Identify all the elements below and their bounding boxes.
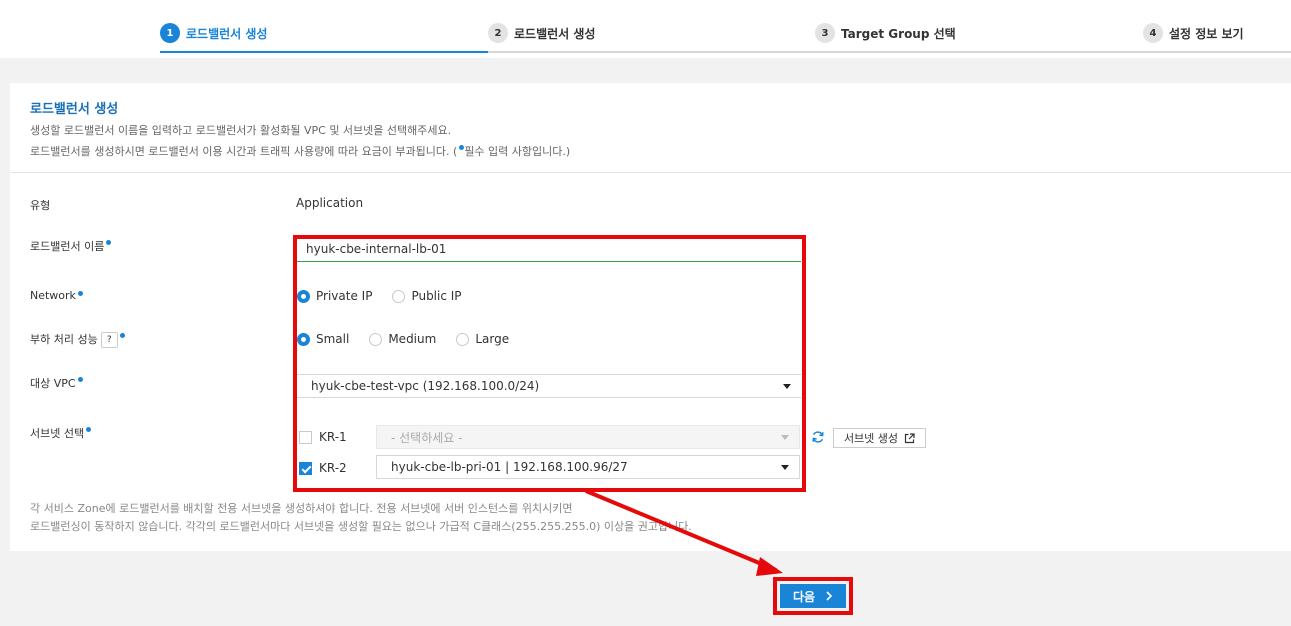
note-line-2: 로드밸런싱이 동작하지 않습니다. 각각의 로드밸런서마다 서브넷을 생성할 필… (30, 520, 692, 533)
type-value: Application (296, 196, 364, 210)
radio-private-ip[interactable]: Private IP (297, 289, 372, 303)
card-header: 로드밸런서 생성 생성할 로드밸런서 이름을 입력하고 로드밸런서가 활성화될 … (10, 83, 1291, 173)
step-2: 2 로드밸런서 생성 (488, 23, 595, 43)
refresh-icon[interactable] (811, 430, 825, 444)
radio-circle (297, 289, 310, 303)
create-subnet-label: 서브넷 생성 (843, 432, 899, 445)
required-dot-icon (77, 377, 83, 382)
vpc-select[interactable]: hyuk-cbe-test-vpc (192.168.100.0/24) (297, 374, 801, 398)
description-line-1: 생성할 로드밸런서 이름을 입력하고 로드밸런서가 활성화될 VPC 및 서브넷… (30, 124, 452, 137)
perf-label: 부하 처리 성능 (30, 333, 98, 346)
description-text: 로드밸런서를 생성하시면 로드밸런서 이용 시간과 트래픽 사용량에 따라 요금… (30, 145, 458, 158)
caret-down-icon (781, 435, 789, 440)
radio-circle (369, 332, 383, 346)
network-label-row: Network (30, 289, 83, 302)
name-label: 로드밸런서 이름 (30, 240, 105, 253)
help-icon[interactable]: ? (100, 332, 118, 348)
perf-radio-group: Small Medium Large (297, 332, 529, 346)
step-number: 3 (815, 23, 835, 43)
radio-circle (297, 332, 310, 346)
step-label: 로드밸런서 생성 (514, 26, 596, 41)
vpc-label: 대상 VPC (30, 377, 76, 390)
step-number: 1 (160, 23, 180, 43)
required-note: 필수 입력 사항입니다.) (464, 145, 571, 158)
step-label: 로드밸런서 생성 (186, 26, 268, 41)
checkbox-box (299, 461, 312, 475)
required-dot-icon (119, 333, 125, 338)
checkbox-box (299, 430, 312, 444)
radio-small[interactable]: Small (297, 332, 349, 346)
perf-label-row: 부하 처리 성능? (30, 331, 125, 348)
step-number: 4 (1143, 23, 1163, 43)
required-dot-icon (106, 240, 112, 245)
step-number: 2 (488, 23, 508, 43)
radio-label: Private IP (316, 289, 373, 303)
annotation-next-box (773, 577, 853, 615)
vpc-select-value: hyuk-cbe-test-vpc (192.168.100.0/24) (311, 379, 540, 393)
subnet-label: 서브넷 선택 (30, 427, 85, 440)
progress-stepper: 1 로드밸런서 생성 2 로드밸런서 생성 3 Target Group 선택 … (0, 0, 1291, 58)
caret-down-icon (783, 384, 791, 389)
lb-name-input[interactable] (296, 236, 801, 262)
radio-label: Public IP (411, 289, 462, 303)
radio-large[interactable]: Large (456, 332, 509, 346)
stepper-progress (160, 51, 488, 53)
type-label: 유형 (30, 199, 51, 212)
step-4: 4 설정 정보 보기 (1143, 23, 1244, 43)
description-line-2: 로드밸런서를 생성하시면 로드밸런서 이용 시간과 트래픽 사용량에 따라 요금… (30, 143, 570, 159)
radio-medium[interactable]: Medium (369, 332, 436, 346)
checkbox-label: KR-1 (319, 430, 347, 444)
external-link-icon (904, 432, 915, 443)
page-title: 로드밸런서 생성 (30, 102, 119, 117)
subnet-select-value: hyuk-cbe-lb-pri-01 | 192.168.100.96/27 (391, 460, 628, 474)
step-3: 3 Target Group 선택 (815, 23, 956, 43)
network-label: Network (30, 289, 76, 302)
step-label: Target Group 선택 (841, 26, 956, 41)
checkbox-kr-2[interactable]: KR-2 (299, 461, 347, 475)
subnet-label-row: 서브넷 선택 (30, 425, 92, 441)
required-dot-icon (77, 291, 83, 296)
network-radio-group: Private IP Public IP (297, 289, 482, 303)
step-1: 1 로드밸런서 생성 (160, 23, 267, 43)
vpc-label-row: 대상 VPC (30, 375, 83, 391)
name-label-row: 로드밸런서 이름 (30, 238, 112, 254)
create-subnet-button[interactable]: 서브넷 생성 (833, 428, 926, 448)
subnet-select-placeholder: - 선택하세요 - (391, 430, 463, 445)
radio-label: Large (475, 332, 510, 346)
radio-label: Medium (388, 332, 437, 346)
subnet-select-kr-2[interactable]: hyuk-cbe-lb-pri-01 | 192.168.100.96/27 (376, 455, 800, 479)
radio-public-ip[interactable]: Public IP (392, 289, 462, 303)
subnet-select-kr-1[interactable]: - 선택하세요 - (376, 425, 800, 449)
checkbox-label: KR-2 (319, 461, 347, 475)
note-line-1: 각 서비스 Zone에 로드밸런서를 배치할 전용 서브넷을 생성하셔야 합니다… (30, 502, 573, 515)
caret-down-icon (781, 465, 789, 470)
checkbox-kr-1[interactable]: KR-1 (299, 430, 347, 444)
required-dot-icon (86, 427, 92, 432)
radio-circle (392, 289, 406, 303)
radio-circle (456, 332, 470, 346)
radio-label: Small (316, 332, 350, 346)
step-label: 설정 정보 보기 (1169, 26, 1244, 41)
form-card: 로드밸런서 생성 생성할 로드밸런서 이름을 입력하고 로드밸런서가 활성화될 … (10, 83, 1291, 551)
